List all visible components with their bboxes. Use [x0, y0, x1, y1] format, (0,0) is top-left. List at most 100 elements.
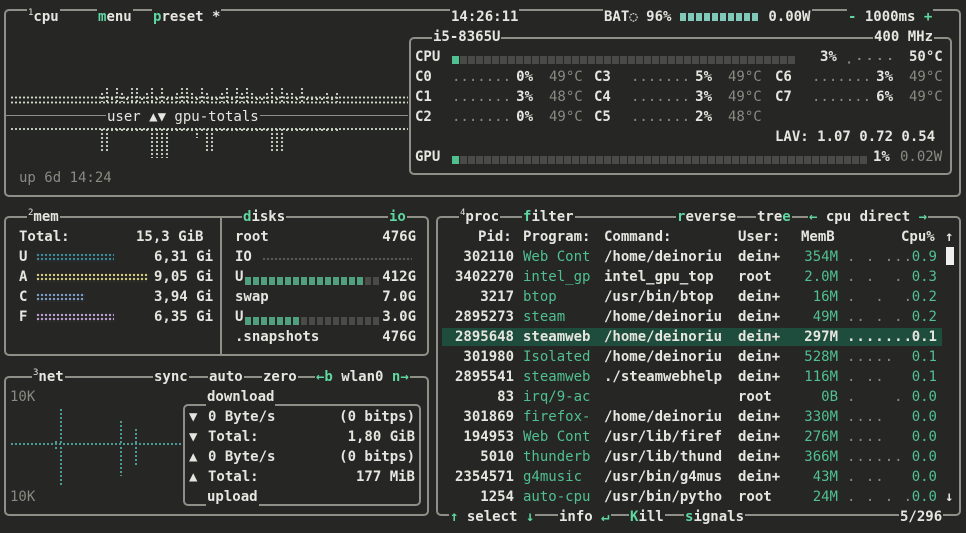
net-auto-toggle[interactable]: auto [208, 368, 244, 386]
col-user[interactable]: User: [738, 228, 780, 246]
scroll-down-arrow[interactable]: ↓ [945, 488, 953, 506]
proc-program: irq/9-ac [523, 389, 591, 405]
col-pid[interactable]: Pid: [478, 228, 512, 246]
proc-cpu: 0.0 [911, 489, 937, 505]
meter-segment [684, 156, 691, 164]
meter-segment [620, 56, 627, 64]
disks-tab[interactable]: disks [242, 208, 287, 226]
meter-segment [293, 277, 299, 285]
proc-reverse-toggle[interactable]: reverse [676, 208, 738, 226]
mem-row-value: 3,94 Gi [154, 289, 214, 305]
proc-command: /home/deinoriu [604, 249, 723, 265]
graph-column [275, 128, 279, 153]
mem-row-value: 6,35 Gi [154, 309, 214, 325]
core-temp: 49°C [728, 69, 762, 85]
graph-column [150, 128, 154, 158]
proc-mem: 2.0M [804, 269, 838, 285]
proc-cpu: 0.2 [911, 289, 937, 305]
graph-mode-label[interactable]: user ▲▼ gpu-totals [106, 108, 260, 126]
proc-footer-select[interactable]: ↑ select ↓ [449, 508, 536, 526]
battery-segment [695, 13, 702, 21]
meter-segment [253, 317, 259, 325]
meter-segment [580, 56, 587, 64]
proc-command: /home/deinoriu [604, 409, 723, 425]
disk-row-value: 3.0G [382, 309, 416, 325]
meter-segment [508, 156, 515, 164]
core-percent: 3% [516, 89, 533, 105]
graph-column [59, 408, 63, 444]
meter-segment [460, 156, 467, 164]
mem-tab[interactable]: 2mem [27, 208, 60, 226]
meter-segment [676, 156, 683, 164]
menu-button[interactable]: menu [97, 8, 133, 26]
graph-column [54, 440, 58, 444]
meter-segment [812, 156, 819, 164]
core-spark: ....... [631, 89, 691, 105]
preset-button[interactable]: preset * [152, 8, 222, 26]
meter-segment [492, 56, 499, 64]
proc-mem: 297M [804, 329, 838, 345]
proc-pid: 302110 [463, 249, 514, 265]
meter-segment [492, 156, 499, 164]
scrollbar-thumb[interactable] [946, 247, 954, 265]
graph-column [280, 87, 284, 102]
meter-segment [644, 56, 651, 64]
meter-segment [796, 156, 803, 164]
net-stat-label: Total: [208, 469, 259, 485]
update-interval[interactable]: - 1000ms + [847, 8, 934, 26]
net-interface-selector[interactable]: ←b wlan0 n→ [315, 368, 410, 386]
gpu-graph-base [10, 127, 408, 131]
meter-segment [285, 317, 291, 325]
net-scale-bottom: 10K [10, 489, 36, 505]
meter-segment [325, 317, 331, 325]
proc-user: root [738, 389, 772, 405]
col-cpu[interactable]: Cpu% [901, 228, 935, 246]
proc-footer-kill[interactable]: Kill [629, 508, 665, 526]
cpu-tab[interactable]: 1cpu [27, 8, 60, 26]
scroll-up-arrow[interactable]: ↑ [945, 228, 953, 246]
proc-cpu: 0.0 [911, 429, 937, 445]
meter-segment [317, 277, 323, 285]
mem-row-bar [36, 313, 114, 322]
graph-column [145, 92, 149, 102]
proc-command: /home/deinoriu [604, 349, 723, 365]
meter-segment [684, 56, 691, 64]
disks-io-toggle[interactable]: io [388, 208, 407, 226]
core-label: C5 [594, 109, 611, 125]
col-command[interactable]: Command: [604, 228, 671, 246]
proc-pid: 2354571 [454, 469, 514, 485]
net-zero-toggle[interactable]: zero [262, 368, 298, 386]
proc-user: dein+ [738, 329, 781, 345]
proc-cpu: 0.3 [911, 269, 937, 285]
proc-tab[interactable]: 4proc [459, 208, 501, 226]
proc-cpu: 0.1 [911, 369, 937, 385]
battery-segment [727, 13, 734, 21]
proc-cpu: 0.0 [911, 409, 937, 425]
graph-column [320, 97, 324, 102]
meter-segment [700, 156, 707, 164]
proc-footer-info[interactable]: info ↵ [558, 508, 611, 526]
meter-segment [628, 156, 635, 164]
proc-footer-signals[interactable]: signals [684, 508, 746, 526]
col-mem[interactable]: MemB [801, 228, 835, 246]
graph-column [315, 97, 319, 102]
proc-tree-toggle[interactable]: tree [756, 208, 792, 226]
meter-segment [309, 317, 315, 325]
proc-cpu: 0.0 [911, 469, 937, 485]
net-stat-label: 0 Byte/s [208, 409, 276, 425]
net-tab[interactable]: 3net [32, 368, 65, 386]
core-spark: ....... [631, 109, 691, 125]
net-stat-label: 0 Byte/s [208, 449, 276, 465]
net-sync-toggle[interactable]: sync [153, 368, 189, 386]
gpu-percent: 1% [873, 149, 890, 165]
col-program[interactable]: Program: [523, 228, 590, 246]
proc-user: dein+ [738, 309, 781, 325]
meter-segment [756, 156, 763, 164]
proc-filter-button[interactable]: filter [522, 208, 575, 226]
graph-column [115, 87, 119, 102]
graph-column [190, 92, 194, 102]
meter-segment [277, 317, 283, 325]
proc-mem: 24M [812, 489, 838, 505]
proc-sort-selector[interactable]: ← cpu direct → [808, 208, 929, 226]
core-label: C0 [415, 69, 432, 85]
